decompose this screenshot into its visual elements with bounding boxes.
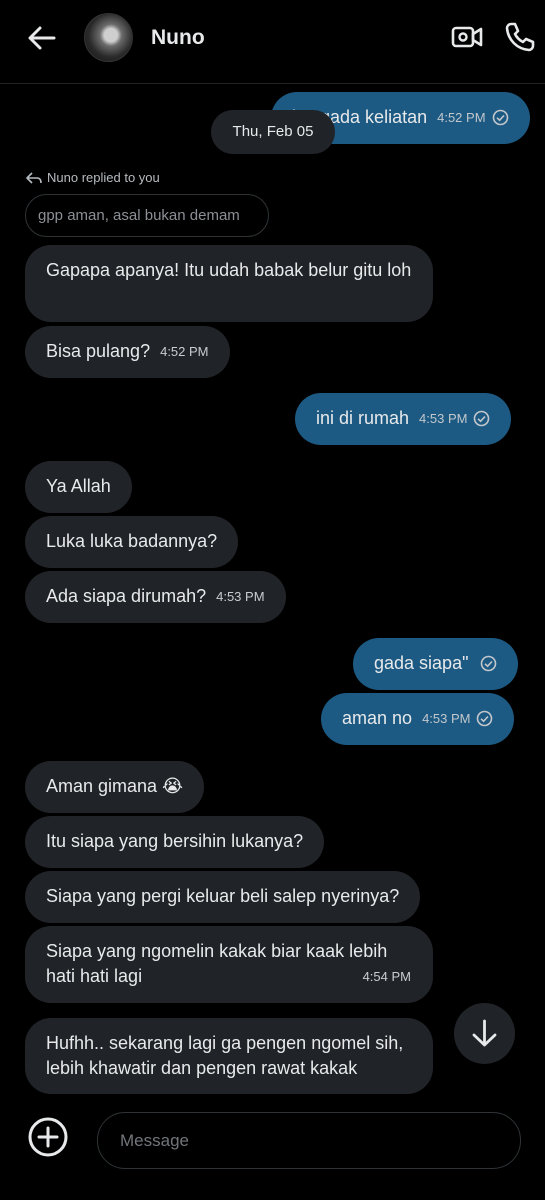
sent-check-icon [474,410,490,427]
sent-check-icon [481,655,497,672]
message-text: Itu siapa yang bersihin lukanya? [46,831,304,851]
reply-icon [26,172,42,184]
message-bubble-incoming[interactable]: Gapapa apanya! Itu udah babak belur gitu… [25,245,433,322]
message-bubble-incoming[interactable]: Ya Allah [25,461,132,513]
avatar[interactable] [84,13,133,62]
message-time: 4:52 PM [437,110,486,125]
phone-call-icon[interactable] [503,20,537,54]
message-text: aman no [342,708,413,728]
message-bubble-incoming[interactable]: Siapa yang pergi keluar beli salep nyeri… [25,871,421,923]
sent-check-icon [492,109,508,126]
message-bubble-incoming[interactable]: Bisa pulang? 4:52 PM [25,326,230,378]
message-bubble-outgoing[interactable]: ini di rumah 4:53 PM [295,393,512,445]
message-time: 4:52 PM [160,344,209,359]
message-bubble-incoming[interactable]: Siapa yang ngomelin kakak biar kaak lebi… [25,926,433,1003]
message-text: Siapa yang ngomelin kakak biar kaak lebi… [46,941,388,986]
message-text: Ada siapa dirumah? [46,586,207,606]
quoted-message[interactable]: gpp aman, asal bukan demam [25,194,269,237]
message-composer [0,1100,545,1200]
message-text: Bisa pulang? [46,341,151,361]
message-bubble-incoming[interactable]: Ada siapa dirumah? 4:53 PM [25,571,286,623]
message-text: Luka luka badannya? [46,531,218,551]
message-text: Siapa yang pergi keluar beli salep nyeri… [46,886,400,906]
message-time: 4:54 PM [362,969,411,984]
message-text: gada siapa" [374,653,469,673]
reply-context-label: Nuno replied to you [25,170,160,186]
message-bubble-outgoing[interactable]: gada siapa" [353,638,519,690]
message-text: ini di rumah [316,408,410,428]
message-text: Gapapa apanya! Itu udah babak belur gitu… [46,260,412,280]
reply-label-text: Nuno replied to you [47,170,160,185]
message-text: Hufhh.. sekarang lagi ga pengen ngomel s… [46,1033,404,1078]
sent-check-icon [477,710,493,727]
message-text: Ya Allah [46,476,111,496]
message-input-box[interactable] [97,1112,521,1169]
arrow-down-icon [472,1019,497,1047]
message-time: 4:53 PM [419,411,468,426]
chat-header: Nuno [0,0,545,84]
message-input[interactable] [120,1113,500,1168]
message-bubble-incoming[interactable]: Luka luka badannya? [25,516,239,568]
date-separator: Thu, Feb 05 [211,110,335,154]
message-time: 4:53 PM [422,711,471,726]
scroll-to-bottom-button[interactable] [454,1003,515,1064]
message-bubble-incoming[interactable]: Itu siapa yang bersihin lukanya? [25,816,325,868]
message-bubble-incoming[interactable]: Aman gimana 😭 [25,761,205,813]
contact-name[interactable]: Nuno [151,26,205,50]
video-call-icon[interactable] [450,20,484,54]
message-bubble-outgoing[interactable]: aman no 4:53 PM [321,693,515,745]
message-time: 4:53 PM [216,589,265,604]
message-text: Aman gimana 😭 [46,776,184,796]
message-bubble-incoming[interactable]: Hufhh.. sekarang lagi ga pengen ngomel s… [25,1018,433,1094]
back-arrow-icon[interactable] [24,20,60,56]
plus-circle-icon[interactable] [27,1116,69,1158]
